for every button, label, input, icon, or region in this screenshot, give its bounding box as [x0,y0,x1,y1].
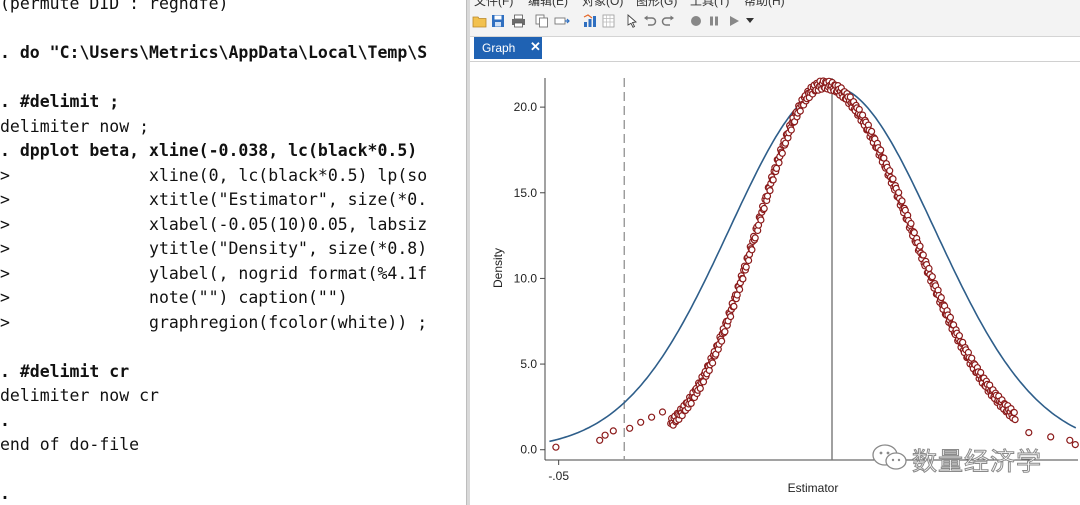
data-point [1071,441,1079,449]
data-point [721,328,729,336]
console-line: > note("") caption("") [0,288,348,307]
data-point [760,204,768,213]
y-tick-label: 10.0 [514,271,538,285]
console-line: (permute DID : regndfe) [0,0,229,13]
console-line: delimiter now ; [0,116,150,136]
data-point [1011,416,1019,424]
density-plot: 0.0 5.0 10.0 15.0 20.0 -.05 Estimator Density [491,77,1079,495]
data-point [596,436,604,444]
data-point [742,263,750,271]
data-point [751,234,759,242]
data-point [886,167,894,175]
data-point [919,251,927,259]
console-line: . [0,410,10,430]
data-point [868,127,876,135]
data-point [727,313,735,321]
data-point [787,126,795,134]
data-point [687,399,695,407]
data-point [552,443,560,451]
watermark: 数量经济学 [870,440,1070,477]
normal-density-curve [549,85,1077,443]
watermark-text: 数量经济学 [911,447,1043,477]
x-tick-label: -.05 [548,469,569,483]
data-point [1025,429,1033,437]
y-tick-label: 20.0 [514,100,538,114]
console-line: end of do-file [0,435,140,454]
console-line: delimiter now cr [0,386,159,405]
graph-window: 文件(F) 编辑(E) 对象(O) 图形(G) 工具(T) 帮助(H) Grap… [470,0,1080,505]
data-point [937,294,945,302]
data-point [709,359,717,367]
data-point [609,427,617,435]
x-axis-title: Estimator [788,481,839,495]
data-point [626,424,634,432]
data-point [1010,408,1018,417]
normal-curve-path [549,85,1077,443]
data-point [877,146,885,154]
data-point [769,176,777,184]
data-point [796,107,804,115]
data-point [955,332,963,340]
console-line: . dpplot beta, xline(-0.038, lc(black*0.… [0,141,418,160]
console-line: . do "C:\Users\Metrics\AppData\Local\Tem… [0,43,428,62]
data-point [916,242,924,250]
data-point [637,418,645,426]
console-line: . #delimit ; [0,92,120,111]
data-point [910,229,918,237]
y-tick-label: 15.0 [514,186,538,200]
data-point [895,189,903,197]
data-point [748,246,756,254]
console-line: . #delimit cr [0,361,130,381]
data-point [730,302,738,310]
data-point [925,264,933,273]
results-console: (permute DID : regndfe) . do "C:\Users\Me… [0,0,466,505]
console-line: > ytitle("Density", size(*0.8) [0,239,428,258]
data-point [745,256,753,265]
data-point [946,313,954,321]
data-point [778,149,786,157]
data-point [757,216,765,224]
data-point [718,337,726,345]
data-point [907,219,915,228]
console-line: > xlabel(-0.05(10)0.05, labsiz [0,214,428,234]
data-point [1047,433,1055,441]
data-point [775,159,783,167]
console-line: . [0,484,10,503]
data-point [601,431,609,439]
data-point [658,408,667,416]
y-tick-label: 5.0 [520,357,537,371]
data-point [736,285,744,294]
reference-lines [623,78,833,460]
data-point [889,175,897,183]
data-point [898,197,906,205]
y-tick-label: 0.0 [520,443,537,457]
console-line: > xline(0, lc(black*0.5) lp(so [0,165,428,185]
y-axis-title: Density [491,248,505,288]
console-line: > xtitle("Estimator", size(*0. [0,190,428,209]
console-line: > graphregion(fcolor(white)) ; [0,312,428,332]
data-point [739,275,747,283]
data-point [766,187,774,195]
data-point [648,413,656,421]
wechat-icon [872,444,907,470]
console-line: > ylabel(, nogrid format(%4.1f [0,263,428,283]
data-point [696,384,704,392]
data-point [928,273,936,281]
